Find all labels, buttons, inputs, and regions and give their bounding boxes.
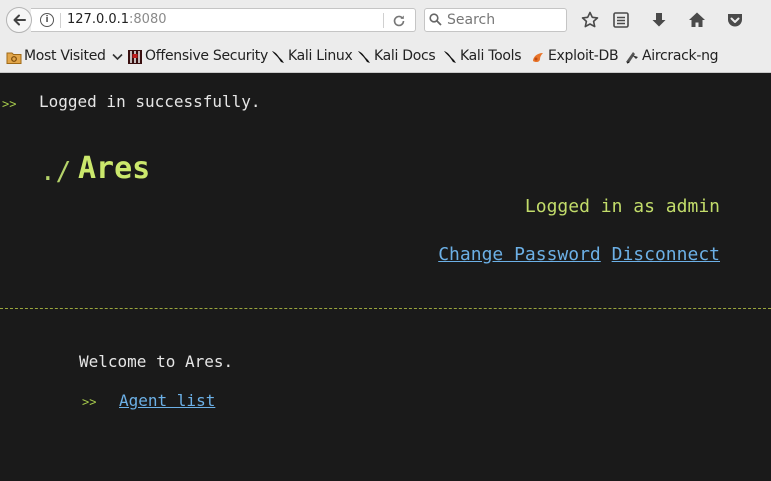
download-icon[interactable] (649, 10, 669, 30)
bookmark-label: Most Visited (24, 48, 106, 64)
browser-navbar: i 127.0.0.1:8080 (0, 0, 771, 41)
disconnect-link[interactable]: Disconnect (612, 244, 720, 265)
bookmark-label: Aircrack-ng (642, 48, 719, 64)
user-links: Change Password Disconnect (438, 244, 720, 265)
flash-marker: >> (2, 97, 17, 111)
exploit-db-icon (530, 49, 546, 65)
chevron-down-icon (112, 53, 123, 61)
url-separator (60, 13, 61, 28)
logo-title: Ares (78, 151, 151, 186)
bookmark-label: Exploit-DB (548, 48, 619, 64)
pocket-icon[interactable] (725, 10, 745, 30)
aircrack-icon (624, 49, 640, 65)
most-visited-icon (6, 49, 22, 65)
site-info-icon[interactable]: i (40, 13, 54, 27)
flash-message: Logged in successfully. (39, 92, 261, 111)
reading-list-icon[interactable] (611, 10, 631, 30)
home-icon[interactable] (687, 10, 707, 30)
back-arrow-icon (13, 14, 26, 26)
bookmarks-toolbar: Most Visited Offensive Security Kali Lin… (0, 41, 771, 73)
bookmark-label: Offensive Security (145, 48, 268, 64)
search-bar[interactable] (424, 8, 567, 32)
change-password-link[interactable]: Change Password (438, 244, 601, 265)
bookmark-label: Kali Tools (460, 48, 522, 64)
url-host: 127.0.0.1 (67, 12, 130, 27)
bookmark-label: Kali Docs (374, 48, 436, 64)
header-divider (0, 308, 771, 309)
back-button[interactable] (6, 7, 32, 33)
welcome-message: Welcome to Ares. (79, 352, 234, 371)
offensive-security-icon (127, 49, 143, 65)
bookmark-star-icon[interactable] (580, 10, 600, 30)
user-status: Logged in as admin (524, 196, 720, 217)
logo-prefix: ./ (40, 157, 72, 187)
agent-list-marker: >> (82, 395, 97, 409)
url-port: :8080 (129, 12, 167, 27)
reload-icon[interactable] (391, 13, 407, 29)
kali-dragon-icon (270, 49, 286, 65)
agent-list-link[interactable]: Agent list (119, 391, 215, 410)
reload-separator (383, 13, 384, 28)
page-content: >> Logged in successfully. ./ Ares Logge… (0, 73, 771, 481)
bookmark-label: Kali Linux (288, 48, 353, 64)
url-text[interactable]: 127.0.0.1:8080 (67, 12, 167, 27)
url-bar[interactable]: i 127.0.0.1:8080 (31, 8, 416, 32)
kali-dragon-icon (442, 49, 458, 65)
kali-dragon-icon (356, 49, 372, 65)
search-icon (429, 13, 442, 26)
search-input[interactable] (447, 11, 562, 29)
